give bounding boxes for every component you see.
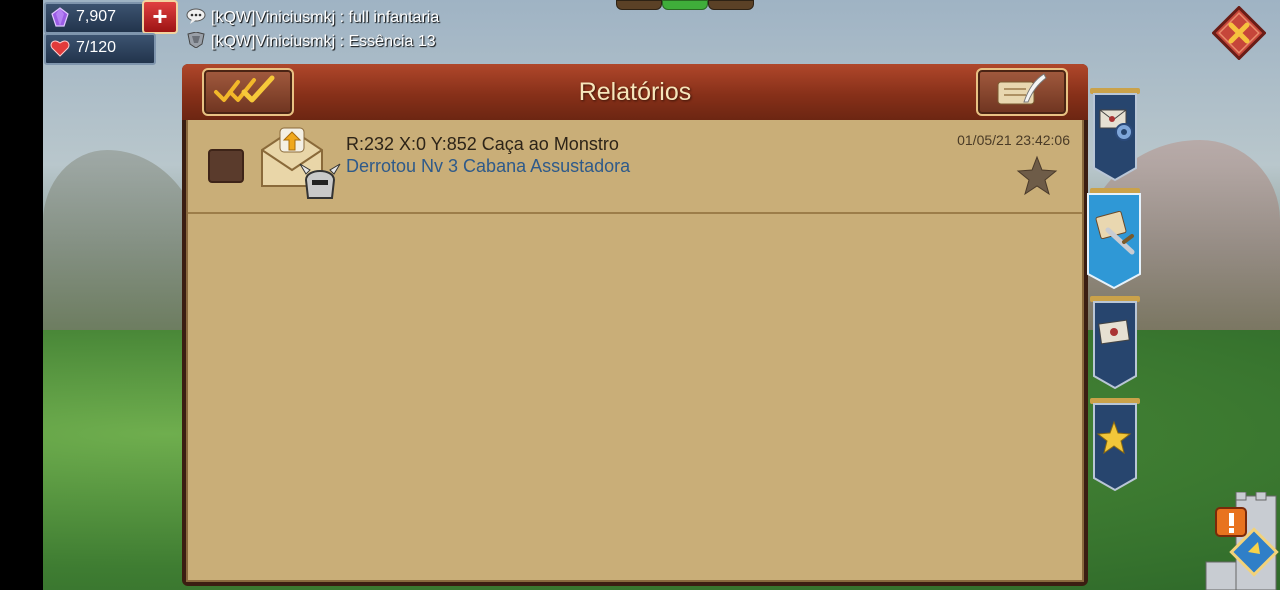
purple-gem-icon	[51, 7, 69, 27]
top-indicator	[708, 0, 754, 10]
tab-messages[interactable]	[1086, 294, 1142, 390]
top-indicator-active	[662, 0, 708, 10]
chat-text: [kQW]Viniciusmkj : Essência 13	[211, 33, 436, 50]
add-gems-button[interactable]: +	[142, 0, 178, 34]
heart-icon	[50, 40, 70, 57]
favorite-star-icon[interactable]	[1016, 155, 1058, 197]
guild-emblem-icon	[187, 32, 205, 48]
gem-count: 7,907	[76, 8, 117, 25]
report-subtitle: Derrotou Nv 3 Cabana Assustadora	[346, 156, 631, 176]
close-button[interactable]	[1212, 6, 1266, 60]
scroll-quill-icon	[997, 73, 1047, 105]
gem-counter[interactable]: 7,907	[44, 2, 152, 34]
castle-shortcut-button[interactable]	[1200, 492, 1280, 590]
panel-title: Relatórios	[578, 78, 692, 106]
monster-hunt-report-icon	[261, 127, 341, 199]
close-icon	[1212, 6, 1266, 60]
report-list: R:232 X:0 Y:852 Caça ao Monstro Derrotou…	[186, 120, 1084, 582]
tab-mail-settings[interactable]	[1086, 86, 1142, 182]
panel-header: Relatórios	[182, 64, 1088, 120]
sealed-letter-icon	[1098, 319, 1130, 345]
reports-panel: Relatórios R:232 X:0 Y:852 Caça ao Monst…	[182, 64, 1088, 586]
chat-text: [kQW]Viniciusmkj : full infantaria	[211, 9, 440, 26]
stamina-counter[interactable]: 7/120	[44, 33, 156, 65]
report-timestamp: 01/05/21 23:42:06	[957, 132, 1070, 148]
report-select-checkbox[interactable]	[208, 149, 244, 183]
chat-line[interactable]: [kQW]Viniciusmkj : full infantaria	[186, 8, 439, 27]
background-hill	[43, 150, 203, 330]
report-row[interactable]: R:232 X:0 Y:852 Caça ao Monstro Derrotou…	[188, 120, 1082, 214]
chat-line[interactable]: [kQW]Viniciusmkj : Essência 13	[186, 32, 436, 51]
tab-battle-reports[interactable]	[1086, 186, 1142, 290]
speech-bubble-icon	[186, 8, 206, 24]
top-indicator	[616, 0, 662, 10]
report-title: R:232 X:0 Y:852 Caça ao Monstro	[346, 134, 619, 154]
compose-button[interactable]	[976, 68, 1068, 116]
stamina-count: 7/120	[76, 39, 117, 56]
alert-icon	[1215, 507, 1247, 537]
tab-favorites[interactable]	[1086, 396, 1142, 492]
